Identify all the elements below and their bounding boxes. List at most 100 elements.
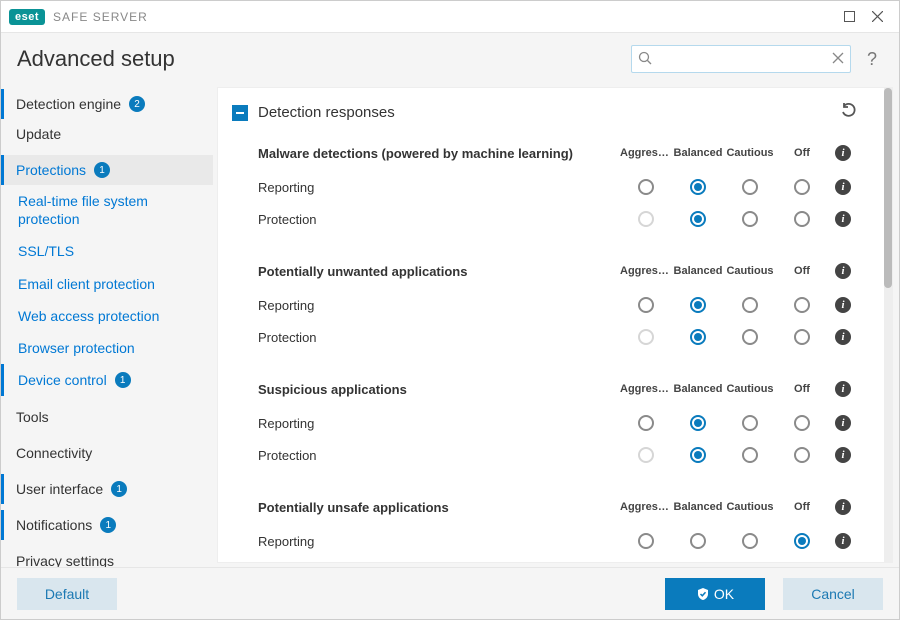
- radio-option[interactable]: [672, 329, 724, 345]
- radio-option[interactable]: [724, 533, 776, 549]
- sidebar-item-update[interactable]: Update: [1, 119, 213, 149]
- sidebar-item-notifications[interactable]: Notifications1: [1, 510, 213, 540]
- undo-icon[interactable]: [840, 102, 858, 123]
- info-icon[interactable]: i: [828, 447, 858, 463]
- info-icon[interactable]: i: [828, 329, 858, 345]
- sidebar-item-browser-protection[interactable]: Browser protection: [1, 332, 213, 364]
- sidebar-item-ssl-tls[interactable]: SSL/TLS: [1, 235, 213, 267]
- info-icon[interactable]: i: [828, 499, 858, 515]
- radio-option[interactable]: [620, 533, 672, 549]
- radio-option: [620, 447, 672, 463]
- sidebar-badge: 1: [100, 517, 116, 533]
- body: Detection engine2 Update Protections 1 Real-…: [1, 83, 899, 567]
- sidebar-item-label: Update: [16, 126, 61, 142]
- sidebar-item-web-access-protection[interactable]: Web access protection: [1, 300, 213, 332]
- settings-group: Potentially unsafe applicationsAggress..…: [232, 489, 858, 562]
- setting-row: Protection i: [258, 439, 858, 471]
- group-title: Malware detections (powered by machine l…: [258, 146, 620, 161]
- column-label: Off: [776, 501, 828, 513]
- radio-option[interactable]: [620, 415, 672, 431]
- row-label: Reporting: [258, 298, 620, 313]
- setting-row: Protectioni: [258, 321, 858, 353]
- column-label: Aggress...: [620, 147, 672, 159]
- info-icon[interactable]: i: [828, 145, 858, 161]
- radio-option: [620, 329, 672, 345]
- sidebar-item-label: Email client protection: [18, 275, 155, 293]
- radio-option[interactable]: [776, 297, 828, 313]
- info-icon[interactable]: i: [828, 533, 858, 549]
- product-name: SAFE SERVER: [53, 10, 148, 24]
- sidebar-item-label: SSL/TLS: [18, 242, 74, 260]
- sidebar-item-label: Browser protection: [18, 339, 135, 357]
- info-icon[interactable]: i: [828, 415, 858, 431]
- search-clear-icon[interactable]: [832, 52, 844, 67]
- sidebar-item-device-control[interactable]: Device control1: [1, 364, 213, 396]
- radio-option[interactable]: [724, 415, 776, 431]
- radio-option[interactable]: [724, 297, 776, 313]
- sidebar-item-privacy-settings[interactable]: Privacy settings: [1, 546, 213, 567]
- radio-option[interactable]: [672, 297, 724, 313]
- radio-option[interactable]: [776, 179, 828, 195]
- radio-option[interactable]: [776, 211, 828, 227]
- sidebar-item-label: User interface: [16, 481, 103, 497]
- info-icon[interactable]: i: [828, 297, 858, 313]
- row-label: Protection: [258, 448, 620, 463]
- column-label: Cautious: [724, 147, 776, 159]
- sidebar-item-email-client-protection[interactable]: Email client protection: [1, 268, 213, 300]
- row-label: Reporting: [258, 416, 620, 431]
- window-close-button[interactable]: [863, 3, 891, 31]
- radio-option[interactable]: [724, 329, 776, 345]
- sidebar-item-user-interface[interactable]: User interface1: [1, 474, 213, 504]
- radio-option[interactable]: [620, 297, 672, 313]
- row-label: Reporting: [258, 534, 620, 549]
- column-label: Balanced: [672, 383, 724, 395]
- group-title: Potentially unwanted applications: [258, 264, 620, 279]
- radio-option[interactable]: [672, 533, 724, 549]
- sidebar-item-connectivity[interactable]: Connectivity: [1, 438, 213, 468]
- sidebar-item-detection-engine[interactable]: Detection engine2: [1, 89, 213, 119]
- page-title: Advanced setup: [17, 46, 175, 72]
- sidebar-item-label: Protections: [16, 162, 86, 178]
- cancel-button[interactable]: Cancel: [783, 578, 883, 610]
- settings-group: Malware detections (powered by machine l…: [232, 135, 858, 253]
- sidebar-badge: 1: [94, 162, 110, 178]
- ok-button[interactable]: OK: [665, 578, 765, 610]
- radio-option[interactable]: [672, 447, 724, 463]
- radio-option[interactable]: [776, 447, 828, 463]
- sidebar-item-tools[interactable]: Tools: [1, 402, 213, 432]
- sidebar-item-label: Tools: [16, 409, 49, 425]
- info-icon[interactable]: i: [828, 381, 858, 397]
- radio-option[interactable]: [724, 447, 776, 463]
- window-maximize-button[interactable]: [835, 3, 863, 31]
- setting-row: Reporting i: [258, 289, 858, 321]
- radio-option[interactable]: [724, 179, 776, 195]
- radio-option[interactable]: [672, 179, 724, 195]
- content-panel: Detection responses Malware detections (…: [217, 87, 893, 563]
- scrollbar-thumb[interactable]: [884, 88, 892, 288]
- setting-row: Reporting i: [258, 525, 858, 557]
- sidebar-badge: 2: [129, 96, 145, 112]
- radio-option[interactable]: [672, 211, 724, 227]
- radio-option[interactable]: [724, 211, 776, 227]
- help-button[interactable]: ?: [861, 49, 883, 70]
- scrollbar[interactable]: [884, 88, 892, 562]
- collapse-toggle[interactable]: [232, 105, 248, 121]
- search-input[interactable]: [652, 51, 832, 68]
- titlebar: eset SAFE SERVER: [1, 1, 899, 33]
- sidebar-item-protections[interactable]: Protections 1: [1, 155, 213, 185]
- sidebar-item-label: Web access protection: [18, 307, 159, 325]
- default-button[interactable]: Default: [17, 578, 117, 610]
- radio-option[interactable]: [620, 179, 672, 195]
- radio-option[interactable]: [776, 329, 828, 345]
- info-icon[interactable]: i: [828, 211, 858, 227]
- content-scroll[interactable]: Detection responses Malware detections (…: [218, 88, 884, 562]
- sidebar-item-real-time-file-system-protection[interactable]: Real-time file system protection: [1, 185, 213, 235]
- radio-option[interactable]: [776, 415, 828, 431]
- radio-option[interactable]: [672, 415, 724, 431]
- column-label: Cautious: [724, 383, 776, 395]
- radio-option[interactable]: [776, 533, 828, 549]
- setting-row: Reporting i: [258, 407, 858, 439]
- column-label: Balanced: [672, 501, 724, 513]
- info-icon[interactable]: i: [828, 263, 858, 279]
- info-icon[interactable]: i: [828, 179, 858, 195]
